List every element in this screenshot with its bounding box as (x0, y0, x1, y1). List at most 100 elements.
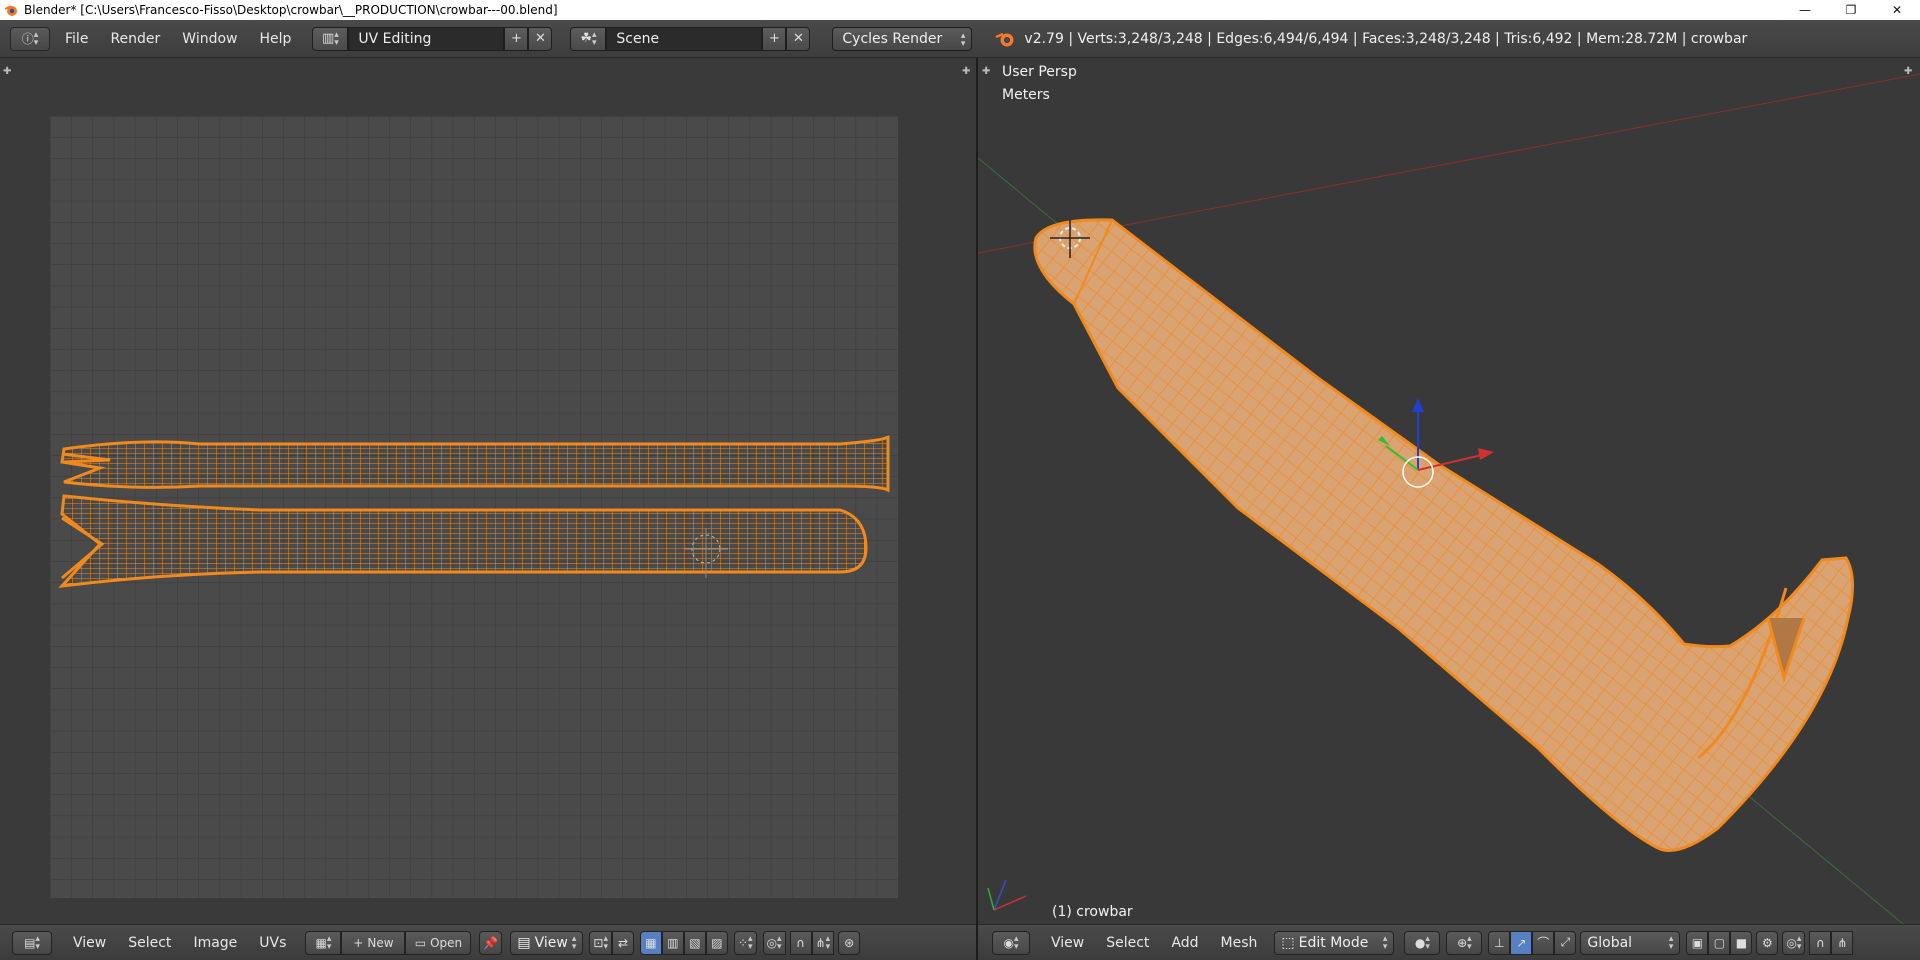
delete-screen-button[interactable]: ✕ (528, 26, 553, 51)
window-title: Blender* [C:\Users\Francesco-Fisso\Deskt… (24, 3, 558, 17)
pivot-icon: ⊡ (593, 935, 604, 950)
spin-arrows-icon: ▴ ▾ (33, 29, 39, 48)
uv-menu-image[interactable]: Image (182, 925, 248, 960)
3d-menu-view[interactable]: View (1040, 925, 1095, 960)
close-icon: ✕ (534, 31, 546, 46)
window-titlebar: Blender* [C:\Users\Francesco-Fisso\Deskt… (0, 0, 1920, 20)
editor-type-selector[interactable]: ▤ ▴ ▾ (12, 930, 52, 955)
scene-name: Scene (616, 30, 660, 47)
uv-image-editor[interactable]: ✚ ✚ (0, 58, 976, 924)
magnet-icon: ∩ (796, 935, 805, 950)
pivot-dropdown[interactable]: ⊡ ▴ ▾ (589, 930, 612, 955)
3d-menu-add[interactable]: Add (1160, 925, 1209, 960)
snap-element-dropdown[interactable]: ⋔ (1831, 930, 1854, 955)
uv-channel-button[interactable]: ⊛ (838, 930, 861, 955)
new-image-button[interactable]: + New (341, 930, 406, 955)
pivot-point-dropdown[interactable]: ⊕ ▴ ▾ (1446, 930, 1483, 955)
occlude-icon: ⚙ (1762, 935, 1773, 950)
minimize-button[interactable]: — (1782, 0, 1828, 20)
menu-render[interactable]: Render (99, 20, 171, 58)
rotate-manipulator-button[interactable]: ⌒ (1532, 930, 1555, 955)
uv-menu-select[interactable]: Select (117, 925, 182, 960)
translate-manipulator-button[interactable]: ↗ (1510, 930, 1533, 955)
uv-menu-uvs[interactable]: UVs (248, 925, 297, 960)
island-select-icon: ▨ (711, 935, 723, 950)
open-image-button[interactable]: ▭ Open (405, 930, 472, 955)
spin-arrows-icon: ▴ ▾ (1796, 933, 1802, 952)
edge-select-button[interactable]: ▥ (661, 930, 684, 955)
uv-island-upper[interactable] (60, 434, 890, 493)
proportional-edit-dropdown[interactable]: ◎ ▴ ▾ (762, 930, 786, 955)
interaction-mode-dropdown[interactable]: ⬚ Edit Mode ▴ ▾ (1274, 930, 1395, 955)
snap-target-dropdown[interactable]: ⋔ ▴ ▾ (811, 930, 835, 955)
pin-button[interactable]: 📌 (479, 930, 503, 955)
spin-arrows-icon: ▴ ▾ (960, 30, 966, 49)
crowbar-mesh[interactable] (1033, 218, 1854, 852)
3d-view-header: ◉ ▴ ▾ View Select Add Mesh ⬚ Edit Mode ▴ ▾ … (978, 924, 1920, 960)
vertex-select-button[interactable]: ▦ (639, 930, 662, 955)
snap-toggle-button[interactable]: ∩ (789, 930, 812, 955)
add-scene-button[interactable]: + (762, 26, 787, 51)
info-header: ⓘ ▴ ▾ File Render Window Help ▥ ▴ ▾ UV Editi… (0, 20, 1920, 58)
sticky-mode-dropdown[interactable]: ⁘ ▴ ▾ (733, 930, 757, 955)
layout-icon: ▥ (321, 31, 335, 46)
spin-arrows-icon: ▴ ▾ (1013, 933, 1019, 952)
plus-icon: + (768, 31, 780, 46)
spin-arrows-icon: ▴ ▾ (571, 933, 577, 952)
screen-layout-selector[interactable]: ▥ ▴ ▾ (312, 26, 349, 51)
view-mode-dropdown[interactable]: ▤ View ▴ ▾ (510, 930, 584, 955)
snap-toggle-button[interactable]: ∩ (1809, 930, 1832, 955)
uv-island-lower[interactable] (58, 494, 868, 588)
blender-logo-icon (4, 5, 17, 16)
limit-selection-button[interactable]: ⚙ (1756, 930, 1779, 955)
viewport-shading-dropdown[interactable]: ● ▴ ▾ (1404, 930, 1441, 955)
vertex-select-mode-button[interactable]: ▣ (1686, 930, 1709, 955)
view-mode-label: View (534, 934, 568, 951)
uv-editor-header: ▤ ▴ ▾ View Select Image UVs ▦ ▴ ▾ + New ▭ Open… (0, 924, 976, 960)
maximize-button[interactable]: ❐ (1828, 0, 1874, 20)
pivot-icon: ⊕ (1457, 935, 1468, 950)
scale-manipulator-button[interactable]: ⤢ (1554, 930, 1577, 955)
folder-icon: ▭ (414, 935, 427, 950)
uv-menu-view[interactable]: View (62, 925, 117, 960)
plus-icon: + (510, 31, 522, 46)
close-button[interactable]: ✕ (1874, 0, 1920, 20)
menu-file[interactable]: File (54, 20, 99, 58)
render-engine-dropdown[interactable]: Cycles Render ▴ ▾ (832, 26, 973, 51)
spin-arrows-icon: ▴ ▾ (748, 933, 753, 952)
spin-arrows-icon: ▴ ▾ (1668, 933, 1674, 952)
3d-menu-select[interactable]: Select (1095, 925, 1160, 960)
3d-menu-mesh[interactable]: Mesh (1210, 925, 1269, 960)
manipulator-toggle[interactable]: ⊥ (1488, 930, 1511, 955)
face-select-button[interactable]: ▧ (683, 930, 706, 955)
viewport-canvas[interactable] (978, 58, 1920, 924)
image-browse-button[interactable]: ▦ ▴ ▾ (305, 930, 342, 955)
sync-selection-button[interactable]: ⇄ (611, 930, 634, 955)
blender-logo-icon (995, 32, 1014, 46)
menu-window[interactable]: Window (171, 20, 248, 58)
editor-type-selector[interactable]: ◉ ▴ ▾ (992, 930, 1030, 955)
transform-orientation-dropdown[interactable]: Global ▴ ▾ (1580, 930, 1681, 955)
sync-icon: ⇄ (617, 935, 628, 950)
screen-layout-field[interactable]: UV Editing (348, 26, 505, 51)
interaction-mode-label: Edit Mode (1298, 934, 1369, 951)
proportional-edit-dropdown[interactable]: ◎ ▴ ▾ (1782, 930, 1806, 955)
screen-layout-name: UV Editing (358, 30, 432, 47)
face-select-mode-button[interactable]: ■ (1730, 930, 1753, 955)
view-axis-gizmo-icon (987, 879, 1027, 911)
scene-icon: ☘ (580, 31, 592, 46)
island-select-button[interactable]: ▨ (705, 930, 728, 955)
close-icon: ✕ (792, 31, 804, 46)
uv-canvas[interactable] (0, 58, 976, 924)
menu-help[interactable]: Help (248, 20, 302, 58)
add-screen-button[interactable]: + (504, 26, 529, 51)
edge-select-mode-button[interactable]: ▢ (1708, 930, 1731, 955)
editor-type-info-button[interactable]: ⓘ ▴ ▾ (10, 26, 50, 51)
scene-field[interactable]: Scene (606, 26, 763, 51)
3d-viewport[interactable]: ✚ ✚ User Persp Meters (1) crowbar (978, 58, 1920, 924)
vertex-select-icon: ▣ (1691, 935, 1704, 950)
sticky-icon: ⁘ (737, 935, 749, 950)
edit-mode-icon: ⬚ (1281, 934, 1295, 951)
scene-selector[interactable]: ☘ ▴ ▾ (570, 26, 607, 51)
delete-scene-button[interactable]: ✕ (786, 26, 811, 51)
